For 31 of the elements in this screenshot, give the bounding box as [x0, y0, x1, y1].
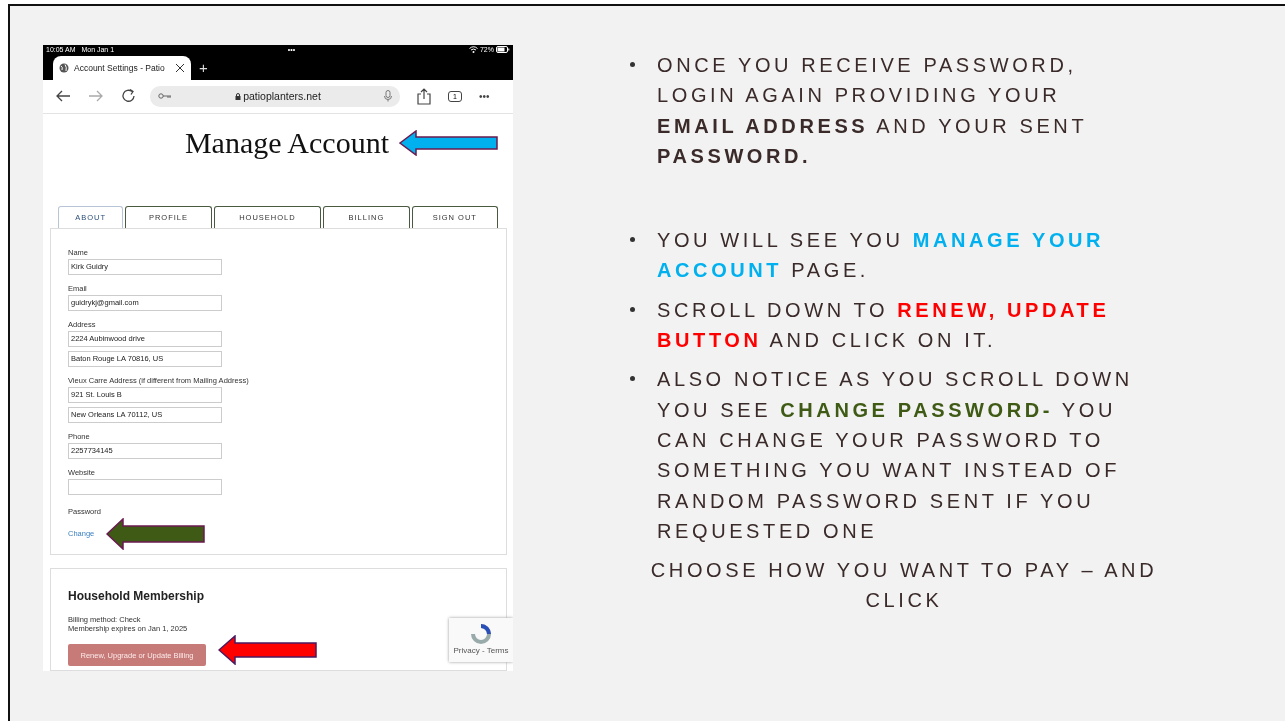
section-heading: Household Membership: [68, 588, 204, 603]
browser-tab[interactable]: Account Settings - Patio: [53, 55, 191, 80]
bullet-dot: [630, 62, 635, 67]
back-icon[interactable]: [55, 90, 71, 103]
address-bar[interactable]: patioplanters.net: [150, 85, 400, 107]
close-icon[interactable]: [175, 62, 185, 73]
url-text: patioplanters.net: [243, 90, 321, 103]
bullet-text: ONCE YOU RECEIVE PASSWORD, LOGIN AGAIN PROVIDING YOUR EMAIL ADDRESS AND YOUR SENT PASSWORD.: [657, 53, 1088, 169]
key-icon: [158, 93, 172, 100]
microphone-icon[interactable]: [384, 90, 392, 103]
recaptcha-badge[interactable]: Privacy - Terms: [449, 617, 513, 662]
battery-icon: [496, 46, 510, 54]
bullet-text: ALSO NOTICE AS YOU SCROLL DOWN YOU SEE CHANGE PASSWORD- YOU CAN CHANGE YOUR PASSWORD TO SOMETHING YOU WANT INSTEAD OF RANDOM PASSWORD SENT IF YOU REQUESTED ONE: [657, 367, 1134, 544]
bullet-dot: [630, 306, 635, 312]
input-field[interactable]: [68, 478, 222, 495]
page-title: Manage Account: [184, 125, 389, 160]
wifi-icon: [468, 46, 478, 54]
bullet-dot: [630, 237, 635, 243]
recaptcha-icon: [470, 624, 492, 644]
recaptcha-links[interactable]: Privacy - Terms: [453, 646, 509, 655]
bullet-text: SCROLL DOWN TO RENEW, UPDATE BUTTON AND CLICK ON IT.: [657, 297, 1111, 354]
globe-icon: [59, 62, 69, 73]
bullet-text: YOU WILL SEE YOU MANAGE YOUR ACCOUNT PAGE.: [657, 228, 1106, 284]
closing-text: CHOOSE HOW YOU WANT TO PAY – AND CLICK: [649, 558, 1159, 614]
tab-title: Account Settings - Patio: [74, 62, 166, 73]
reload-icon[interactable]: [121, 88, 137, 105]
share-icon[interactable]: [417, 87, 431, 105]
bullet-dot: [630, 376, 635, 382]
new-tab-button[interactable]: +: [199, 58, 208, 76]
more-button[interactable]: •••: [478, 90, 490, 102]
lock-icon: [235, 92, 242, 100]
